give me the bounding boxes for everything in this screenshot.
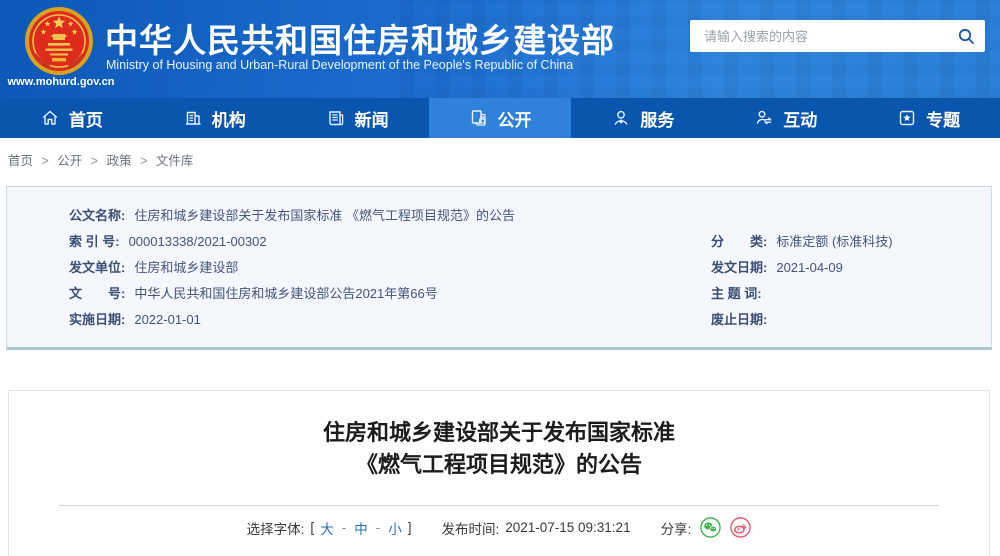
publish-time-value: 2021-07-15 09:31:21 [505,520,631,535]
document-info-panel: 公文名称: 住房和城乡建设部关于发布国家标准 《燃气工程项目规范》的公告 索 引 … [6,186,992,350]
breadcrumb-link-home[interactable]: 首页 [8,154,33,168]
nav-label: 首页 [68,110,103,130]
field-label: 文 号: [69,286,126,301]
person-arrows-icon [754,108,774,128]
field-label: 分 类: [711,234,768,249]
home-icon [40,108,60,128]
field-value: 000013338/2021-00302 [128,234,267,249]
font-select-bracket-close: ] [407,520,412,535]
site-title-en: Ministry of Housing and Urban-Rural Deve… [106,58,574,72]
wechat-share-icon[interactable] [700,517,722,538]
doc-field-issue-date: 发文日期: 2021-04-09 [711,255,893,281]
field-value: 2021-04-09 [776,260,843,275]
doc-field-index-number: 索 引 号: 000013338/2021-00302 [69,229,515,255]
site-header: www.mohurd.gov.cn 中华人民共和国住房和城乡建设部 Minist… [0,0,1000,98]
field-value: 标准定额 (标准科技) [776,234,893,249]
person-pin-icon [611,108,631,128]
font-select-label: 选择字体: [246,521,305,537]
nav-item-news[interactable]: 新闻 [286,98,429,138]
nav-item-topics[interactable]: 专题 [857,98,1000,138]
nav-label: 新闻 [354,110,389,130]
font-select-bracket-open: [ [310,520,315,535]
article-panel: 住房和城乡建设部关于发布国家标准 《燃气工程项目规范》的公告 选择字体: [ 大… [8,390,990,556]
weibo-share-icon[interactable] [730,517,752,538]
site-title-cn: 中华人民共和国住房和城乡建设部 [105,22,615,59]
doc-field-name: 公文名称: 住房和城乡建设部关于发布国家标准 《燃气工程项目规范》的公告 [69,203,515,229]
article-title: 住房和城乡建设部关于发布国家标准 《燃气工程项目规范》的公告 [9,417,989,481]
site-url: www.mohurd.gov.cn [7,76,115,88]
breadcrumb-link-disclosure[interactable]: 公开 [57,154,82,168]
doc-field-doc-number: 文 号: 中华人民共和国住房和城乡建设部公告2021年第66号 [69,281,515,307]
doc-field-category: 分 类: 标准定额 (标准科技) [711,229,893,255]
main-nav: 首页 机构 新闻 公开 服务 互动 专题 [0,98,1000,138]
document-lock-icon [469,108,489,128]
font-size-medium[interactable]: 中 [354,518,368,538]
search-icon [958,28,974,44]
doc-field-subject-words: 主 题 词: [711,281,893,307]
nav-item-interaction[interactable]: 互动 [714,98,857,138]
breadcrumb: 首页 > 公开 > 政策 > 文件库 [8,150,193,169]
search-button[interactable] [947,20,985,52]
article-title-line2: 《燃气工程项目规范》的公告 [355,452,642,477]
breadcrumb-link-policy[interactable]: 政策 [107,154,132,168]
field-label: 发文单位: [69,260,126,275]
nav-label: 机构 [211,110,246,130]
doc-info-right-column: 分 类: 标准定额 (标准科技) 发文日期: 2021-04-09 主 题 词: 废… [711,229,893,333]
newspaper-icon [326,108,346,128]
nav-label: 专题 [926,110,961,130]
search-box [690,20,985,52]
nav-label: 公开 [497,110,532,130]
field-value: 住房和城乡建设部 [134,260,239,275]
field-label: 废止日期: [711,312,768,327]
publish-time-label: 发布时间: [441,521,500,537]
doc-field-implementation-date: 实施日期: 2022-01-01 [69,307,515,333]
field-label: 实施日期: [69,312,126,327]
field-value: 2022-01-01 [134,312,201,327]
nav-item-services[interactable]: 服务 [571,98,714,138]
field-label: 公文名称: [69,208,126,223]
doc-field-issuing-unit: 发文单位: 住房和城乡建设部 [69,255,515,281]
nav-item-org[interactable]: 机构 [143,98,286,138]
national-emblem-logo [25,7,93,75]
font-size-separator: - [375,520,381,535]
article-title-line1: 住房和城乡建设部关于发布国家标准 [322,420,675,445]
breadcrumb-separator: > [140,154,148,168]
field-label: 索 引 号: [69,234,120,249]
nav-label: 互动 [783,110,818,130]
breadcrumb-link-library[interactable]: 文件库 [156,154,194,168]
star-badge-icon [897,108,917,128]
page: www.mohurd.gov.cn 中华人民共和国住房和城乡建设部 Minist… [0,0,1000,556]
nav-label: 服务 [640,110,675,130]
nav-item-disclosure[interactable]: 公开 [428,98,572,138]
field-value: 住房和城乡建设部关于发布国家标准 《燃气工程项目规范》的公告 [134,208,515,223]
breadcrumb-separator: > [41,154,49,168]
font-size-large[interactable]: 大 [320,518,334,538]
doc-field-repeal-date: 废止日期: [711,307,893,333]
breadcrumb-separator: > [90,154,99,168]
font-size-separator: - [341,520,347,535]
share-label: 分享: [660,521,692,537]
article-meta-row: 选择字体: [ 大 - 中 - 小 ] 发布时间: 2021-07-15 09:… [9,517,989,538]
field-label: 主 题 词: [711,286,762,301]
nav-item-home[interactable]: 首页 [0,98,143,138]
field-value: 中华人民共和国住房和城乡建设部公告2021年第66号 [134,286,438,301]
building-icon [183,108,203,128]
field-label: 发文日期: [711,260,768,275]
title-divider [59,505,939,506]
search-input[interactable] [702,27,947,45]
font-size-small[interactable]: 小 [388,518,402,538]
doc-info-left-column: 公文名称: 住房和城乡建设部关于发布国家标准 《燃气工程项目规范》的公告 索 引 … [69,203,515,333]
